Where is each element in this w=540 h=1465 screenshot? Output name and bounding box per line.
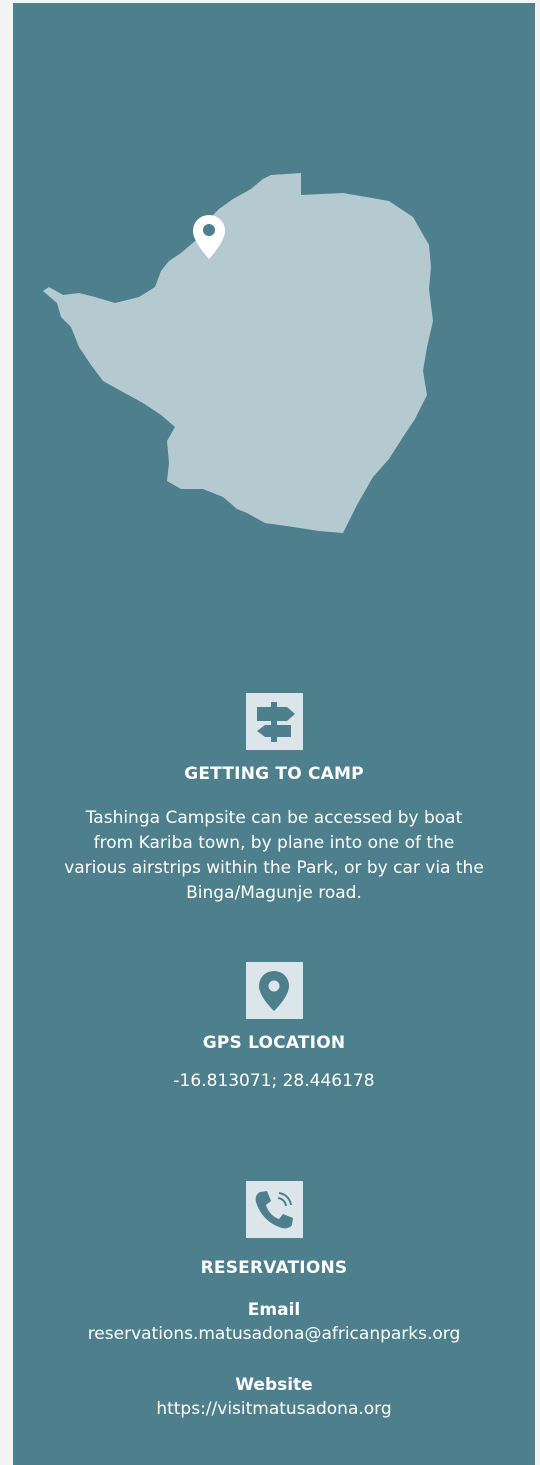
gps-heading: GPS LOCATION [202, 1033, 346, 1053]
reservations-section: RESERVATIONS Email reservations.matusado… [13, 1181, 535, 1421]
gps-section: GPS LOCATION -16.813071; 28.446178 [13, 962, 535, 1093]
location-pin-icon [259, 970, 289, 1011]
signpost-icon-box [245, 693, 303, 750]
website-link[interactable]: https://visitmatusadona.org [13, 1397, 535, 1421]
email-link[interactable]: reservations.matusadona@africanparks.org [13, 1322, 535, 1346]
signpost-icon [257, 701, 295, 742]
country-map [43, 173, 433, 533]
website-label: Website [235, 1375, 313, 1395]
info-panel: GETTING TO CAMP Tashinga Campsite can be… [13, 3, 535, 1465]
email-label: Email [247, 1300, 301, 1320]
website-block: Website https://visitmatusadona.org [13, 1373, 535, 1421]
email-block: Email reservations.matusadona@africanpar… [13, 1298, 535, 1346]
reservations-heading: RESERVATIONS [200, 1258, 348, 1278]
getting-to-camp-section: GETTING TO CAMP Tashinga Campsite can be… [13, 693, 535, 906]
phone-icon-box [245, 1181, 303, 1238]
phone-icon [255, 1190, 293, 1228]
getting-to-camp-heading: GETTING TO CAMP [184, 764, 364, 784]
country-map-shape [43, 173, 433, 533]
location-icon-box [245, 962, 303, 1019]
getting-to-camp-text: Tashinga Campsite can be accessed by boa… [64, 808, 484, 903]
gps-coordinates: -16.813071; 28.446178 [173, 1071, 375, 1091]
